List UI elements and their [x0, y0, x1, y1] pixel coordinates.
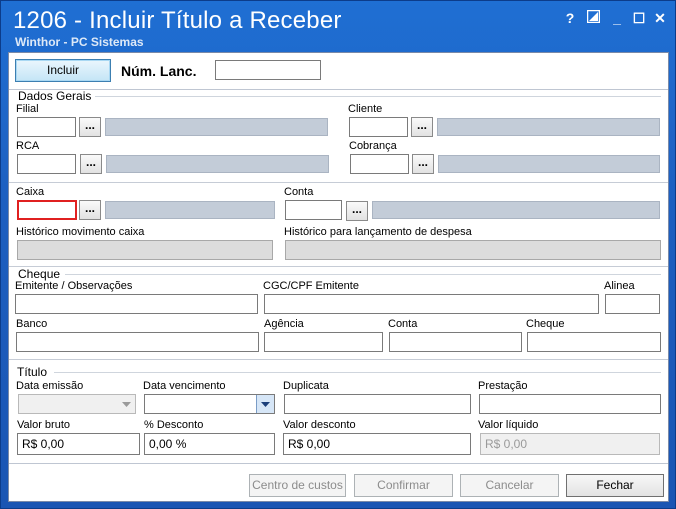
cobranca-lookup-button[interactable]: ...: [412, 154, 434, 174]
window-title: 1206 - Incluir Título a Receber: [13, 7, 342, 34]
prestacao-label: Prestação: [478, 380, 528, 392]
filial-lookup-button[interactable]: ...: [79, 117, 101, 137]
cliente-lookup-button[interactable]: ...: [411, 117, 433, 137]
desconto-pct-label: % Desconto: [144, 419, 204, 431]
data-vencimento-select[interactable]: [144, 394, 275, 414]
window-subtitle: Winthor - PC Sistemas: [15, 35, 144, 49]
cheque-title: Cheque: [18, 267, 61, 281]
form-panel: Incluir Núm. Lanc. Dados Gerais Filial .…: [8, 52, 669, 502]
maximize-icon[interactable]: ☐: [631, 10, 647, 26]
rca-code-field[interactable]: [17, 154, 76, 174]
conta-label: Conta: [284, 186, 314, 198]
alinea-field[interactable]: [605, 294, 660, 314]
num-lanc-field[interactable]: [215, 60, 321, 80]
filial-code-field[interactable]: [17, 117, 76, 137]
filial-label: Filial: [16, 103, 39, 115]
rca-label: RCA: [16, 140, 40, 152]
section-divider: [9, 266, 668, 267]
valor-desconto-field[interactable]: R$ 0,00: [283, 433, 471, 455]
cobranca-name-field: [438, 155, 660, 173]
cgc-cpf-label: CGC/CPF Emitente: [263, 280, 359, 292]
section-divider: [95, 96, 661, 97]
app-window: 1206 - Incluir Título a Receber Winthor …: [0, 0, 676, 509]
section-divider: [9, 359, 668, 360]
valor-desconto-label: Valor desconto: [283, 419, 356, 431]
emitente-field[interactable]: [15, 294, 258, 314]
section-divider: [9, 182, 668, 183]
centro-custos-button: Centro de custos: [249, 474, 346, 497]
help-icon[interactable]: ?: [562, 10, 578, 26]
duplicata-label: Duplicata: [283, 380, 329, 392]
emitente-label: Emitente / Observações: [15, 280, 133, 292]
data-emissao-label: Data emissão: [16, 380, 84, 392]
fechar-button[interactable]: Fechar: [566, 474, 664, 497]
cliente-code-field[interactable]: [349, 117, 408, 137]
valor-bruto-label: Valor bruto: [17, 419, 70, 431]
historico-despesa-field: [285, 240, 661, 260]
prestacao-field[interactable]: [479, 394, 661, 414]
filial-name-field: [105, 118, 328, 136]
cheque-conta-label: Conta: [388, 318, 418, 330]
banco-label: Banco: [16, 318, 48, 330]
cobranca-code-field[interactable]: [350, 154, 409, 174]
minimize-icon[interactable]: _: [609, 10, 625, 26]
valor-bruto-field[interactable]: R$ 0,00: [17, 433, 140, 455]
cobranca-label: Cobrança: [349, 140, 397, 152]
historico-caixa-field: [17, 240, 273, 260]
cgc-cpf-field[interactable]: [264, 294, 599, 314]
desconto-pct-field[interactable]: 0,00 %: [144, 433, 275, 455]
num-lanc-label: Núm. Lanc.: [121, 63, 197, 79]
conta-lookup-button[interactable]: ...: [346, 201, 368, 221]
agencia-field[interactable]: [264, 332, 383, 352]
duplicata-field[interactable]: [284, 394, 471, 414]
historico-despesa-label: Histórico para lançamento de despesa: [284, 226, 472, 238]
valor-liquido-field: R$ 0,00: [480, 433, 660, 455]
cheque-numero-field[interactable]: [527, 332, 661, 352]
alinea-label: Alinea: [604, 280, 635, 292]
toolbar: Incluir Núm. Lanc.: [9, 53, 668, 90]
chevron-down-icon: [117, 395, 135, 413]
agencia-label: Agência: [264, 318, 304, 330]
cheque-conta-field[interactable]: [389, 332, 522, 352]
incluir-button[interactable]: Incluir: [15, 59, 111, 82]
section-divider: [54, 372, 661, 373]
confirmar-button: Confirmar: [354, 474, 453, 497]
conta-name-field: [372, 201, 660, 219]
historico-caixa-label: Histórico movimento caixa: [16, 226, 145, 238]
data-vencimento-label: Data vencimento: [143, 380, 226, 392]
edit-window-icon[interactable]: [585, 9, 601, 26]
cancelar-button: Cancelar: [460, 474, 559, 497]
cliente-name-field: [437, 118, 660, 136]
conta-code-field[interactable]: [285, 200, 342, 220]
chevron-down-icon[interactable]: [256, 395, 274, 413]
cheque-numero-label: Cheque: [526, 318, 565, 330]
rca-lookup-button[interactable]: ...: [80, 154, 102, 174]
footer-divider: [9, 463, 668, 464]
caixa-code-field[interactable]: [17, 200, 77, 220]
dados-gerais-title: Dados Gerais: [18, 89, 92, 103]
rca-name-field: [106, 155, 329, 173]
cliente-label: Cliente: [348, 103, 383, 115]
section-divider: [65, 274, 661, 275]
close-icon[interactable]: ✕: [652, 10, 668, 26]
caixa-lookup-button[interactable]: ...: [79, 200, 101, 220]
titulo-title: Título: [17, 365, 48, 379]
caixa-name-field: [105, 201, 275, 219]
caixa-label: Caixa: [16, 186, 45, 198]
valor-liquido-label: Valor líquido: [478, 419, 539, 431]
data-emissao-select: [18, 394, 136, 414]
banco-field[interactable]: [16, 332, 259, 352]
